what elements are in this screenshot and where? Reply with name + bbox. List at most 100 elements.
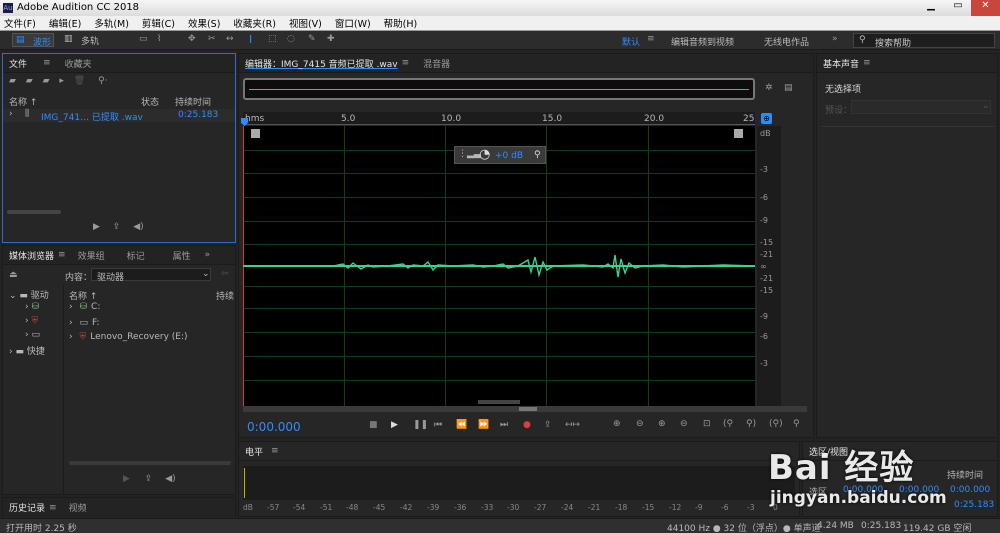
more-workspaces-icon[interactable]: »: [832, 34, 838, 44]
workspace-radio[interactable]: 无线电作品: [764, 35, 809, 48]
hud-volume-control[interactable]: ⋮▂▃ ◔ +0 dB ⚲: [454, 146, 546, 164]
workspace-menu-icon[interactable]: ≡: [647, 34, 655, 44]
drive-row[interactable]: › ▭ F:: [69, 318, 100, 328]
fade-in-handle[interactable]: [251, 129, 260, 138]
pin-icon[interactable]: ⚲: [534, 150, 541, 160]
selection-start[interactable]: 0:00.000: [843, 485, 883, 495]
skip-selection-button[interactable]: ↤↦: [565, 420, 580, 430]
multitrack-view-button[interactable]: ▥ 多轨: [61, 33, 103, 47]
col-status[interactable]: 状态: [141, 95, 159, 108]
slip-tool-icon[interactable]: ↔: [226, 34, 234, 44]
play-icon[interactable]: ▶: [93, 222, 100, 232]
tab-effects-rack[interactable]: 效果组: [78, 249, 105, 262]
new-file-icon[interactable]: ▰: [43, 76, 50, 86]
menu-edit[interactable]: 编辑(E): [49, 16, 81, 30]
horizontal-scrollbar[interactable]: [243, 406, 807, 412]
pause-button[interactable]: ❚❚: [413, 420, 428, 430]
tab-mixer[interactable]: 混音器: [423, 57, 450, 70]
fast-forward-button[interactable]: ⏩: [478, 420, 489, 430]
loop-playback-button[interactable]: ⇪: [544, 420, 552, 430]
tree-drive-c[interactable]: › ⛁: [25, 302, 39, 312]
tab-history[interactable]: 历史记录: [9, 501, 45, 514]
filter-search-icon[interactable]: ⚲·: [98, 76, 107, 86]
tab-favorites[interactable]: 收藏夹: [65, 57, 92, 70]
rewind-button[interactable]: ⏪: [456, 420, 467, 430]
insert-icon[interactable]: ▸: [59, 76, 64, 86]
search-help-box[interactable]: ⚲ 搜索帮助: [853, 33, 995, 49]
fade-out-handle[interactable]: [734, 129, 743, 138]
panel-menu-icon[interactable]: ≡: [43, 58, 51, 68]
preset-dropdown[interactable]: ⌄: [851, 100, 991, 114]
media-scrollbar[interactable]: [69, 461, 231, 465]
tab-properties[interactable]: 属性: [173, 249, 191, 262]
back-arrow-icon[interactable]: ⇦: [221, 269, 229, 279]
time-selection-tool-icon[interactable]: I: [249, 33, 252, 46]
menu-view[interactable]: 视图(V): [289, 16, 322, 30]
drive-row[interactable]: › ⛨ Lenovo_Recovery (E:): [69, 332, 188, 342]
waveform-canvas[interactable]: ⋮▂▃ ◔ +0 dB ⚲: [243, 126, 755, 406]
delete-icon[interactable]: 🗑: [74, 76, 85, 86]
zoom-out-time-icon[interactable]: ⊖: [680, 419, 688, 429]
menu-window[interactable]: 窗口(W): [335, 16, 371, 30]
zoom-out-amplitude-icon[interactable]: ⊖: [636, 419, 644, 429]
files-scrollbar[interactable]: [7, 210, 61, 214]
zoom-full-icon[interactable]: (⚲): [769, 419, 783, 429]
playhead-marker[interactable]: [241, 118, 248, 126]
razor-tool-icon[interactable]: ✂: [208, 34, 216, 44]
zoom-selection-icon[interactable]: ⊡: [703, 419, 711, 429]
healing-tool-icon[interactable]: ✚: [327, 34, 335, 44]
play-button[interactable]: ▶: [391, 420, 398, 430]
workspace-edit-video[interactable]: 编辑音频到视频: [671, 35, 734, 48]
go-to-start-button[interactable]: ⏮: [434, 420, 442, 430]
panel-menu-icon[interactable]: ≡: [49, 503, 57, 513]
zoom-to-fit-icon[interactable]: ⊕: [761, 113, 772, 124]
zoom-in-amplitude-icon[interactable]: ⊕: [613, 419, 621, 429]
time-ruler[interactable]: hms 5.0 10.0 15.0 20.0 25: [241, 112, 755, 126]
col-name[interactable]: 名称: [9, 98, 27, 108]
drive-row[interactable]: › ⛁ C:: [69, 302, 100, 312]
tab-editor[interactable]: 编辑器：IMG_7415 音频已提取 .wav: [245, 57, 398, 70]
spectral-display-icon[interactable]: ▭: [139, 34, 148, 44]
loop-icon[interactable]: ⇪: [145, 474, 153, 484]
marquee-tool-icon[interactable]: ⬚: [268, 34, 277, 44]
open-folder-icon[interactable]: ▰: [9, 76, 16, 86]
overview-navigator[interactable]: [243, 78, 755, 100]
menu-effects[interactable]: 效果(S): [188, 16, 220, 30]
selection-duration[interactable]: 0:00.000: [950, 485, 990, 495]
autoplay-icon[interactable]: ◀): [165, 474, 175, 484]
loop-icon[interactable]: ⇪: [113, 222, 121, 232]
tab-files[interactable]: 文件: [9, 57, 27, 70]
db-scale[interactable]: dB -3 -6 -9 -15 -21 ∞ -21 -15 -9 -6 -3: [757, 126, 781, 406]
maximize-button[interactable]: ▭: [945, 0, 971, 16]
workspace-default[interactable]: 默认: [622, 35, 640, 48]
zoom-out-point-icon[interactable]: ⚲): [746, 419, 756, 429]
search-input[interactable]: 搜索帮助: [875, 36, 911, 49]
stop-button[interactable]: ■: [369, 420, 378, 430]
drive-add-icon[interactable]: ⏏: [9, 270, 18, 280]
import-icon[interactable]: ▰: [26, 76, 33, 86]
current-time[interactable]: 0:00.000: [247, 420, 301, 434]
volume-knob-icon[interactable]: ◔: [479, 147, 490, 162]
menu-file[interactable]: 文件(F): [4, 16, 36, 30]
lasso-tool-icon[interactable]: ◌: [287, 34, 295, 44]
brush-tool-icon[interactable]: ✎: [308, 34, 316, 44]
file-row[interactable]: › ⫼ IMG_741… 已提取 .wav 0:25.183: [3, 109, 235, 123]
zoom-reset-icon[interactable]: ⚲: [793, 419, 800, 429]
tree-shortcuts-row[interactable]: › ▬ 快捷: [9, 344, 45, 357]
tab-media-browser[interactable]: 媒体浏览器: [9, 249, 54, 262]
panel-menu-icon[interactable]: ≡: [271, 446, 279, 456]
menu-multitrack[interactable]: 多轨(M): [94, 16, 129, 30]
autoplay-icon[interactable]: ◀): [133, 222, 143, 232]
panel-menu-icon[interactable]: ≡: [402, 58, 410, 68]
more-tabs-icon[interactable]: »: [205, 250, 211, 260]
waveform-view-button[interactable]: ▤ 波形: [12, 33, 54, 48]
expand-chevron-icon[interactable]: ›: [9, 109, 13, 119]
panel-menu-icon[interactable]: ≡: [863, 58, 871, 68]
menu-clip[interactable]: 剪辑(C): [142, 16, 175, 30]
tree-drive-e[interactable]: › ⛨: [25, 316, 38, 326]
tab-video[interactable]: 视频: [69, 501, 87, 514]
vertical-scroll-grip[interactable]: [478, 400, 520, 404]
minimize-button[interactable]: ▁: [918, 0, 944, 16]
col-name[interactable]: 名称: [69, 292, 87, 302]
menu-help[interactable]: 帮助(H): [384, 16, 418, 30]
